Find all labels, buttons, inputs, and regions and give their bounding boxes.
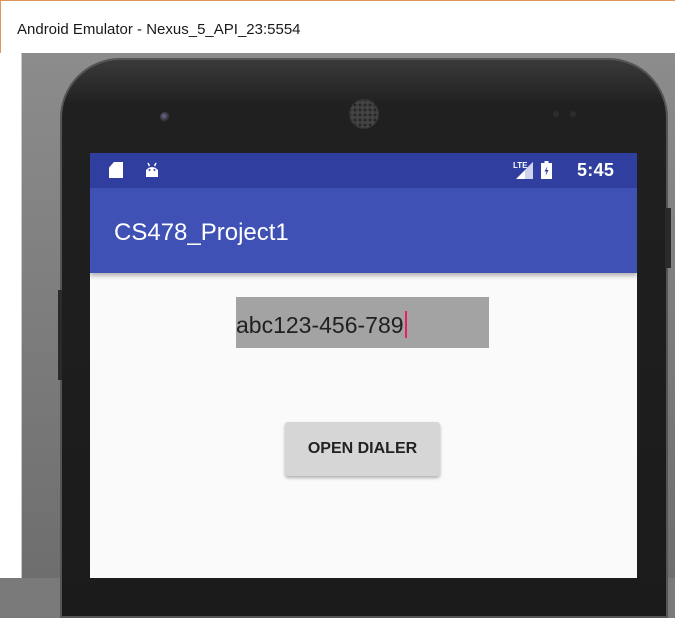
background-window-strip bbox=[0, 53, 22, 578]
battery-icon bbox=[541, 161, 552, 179]
speaker-grille-icon bbox=[349, 99, 379, 129]
network-type-label: LTE bbox=[513, 161, 528, 170]
front-camera-icon bbox=[160, 112, 170, 122]
open-dialer-button[interactable]: OPEN DIALER bbox=[285, 422, 440, 476]
text-cursor bbox=[404, 311, 407, 338]
window-title: Android Emulator - Nexus_5_API_23:5554 bbox=[17, 21, 301, 38]
proximity-sensor-icon bbox=[553, 111, 559, 117]
status-time: 5:45 bbox=[577, 160, 615, 180]
phone-number-value: abc123-456-789 bbox=[236, 311, 407, 339]
phone-number-text: abc123-456-789 bbox=[236, 312, 404, 338]
phone-side-button-left bbox=[58, 290, 62, 380]
app-title: CS478_Project1 bbox=[114, 219, 289, 246]
android-debug-icon bbox=[146, 162, 158, 177]
phone-screen: LTE 5:45 CS478_Project1 abc123-456-789 O… bbox=[90, 153, 637, 578]
status-bar: LTE 5:45 bbox=[90, 153, 637, 188]
phone-side-button-right bbox=[665, 208, 671, 268]
sd-card-icon bbox=[109, 162, 123, 178]
phone-number-input[interactable]: abc123-456-789 bbox=[236, 297, 489, 348]
emulator-title-bar[interactable]: Android Emulator - Nexus_5_API_23:5554 bbox=[0, 0, 675, 53]
app-bar: CS478_Project1 bbox=[90, 188, 637, 273]
light-sensor-icon bbox=[570, 111, 576, 117]
